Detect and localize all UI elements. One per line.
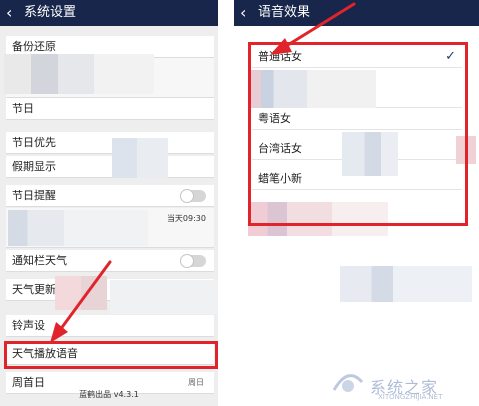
title-bar: ‹ 系统设置 bbox=[0, 0, 218, 26]
watermark-logo-icon bbox=[332, 374, 364, 392]
chevron-left-icon[interactable]: ‹ bbox=[6, 3, 20, 23]
settings-row-label: 备份还原 bbox=[12, 40, 56, 53]
notification-weather-toggle[interactable] bbox=[180, 254, 206, 268]
settings-row-label: 周首日 bbox=[12, 376, 45, 389]
blur-patch bbox=[4, 54, 154, 94]
settings-row-holiday[interactable]: 节日 bbox=[6, 98, 214, 120]
watermark-url: XITONGZHIJIA.NET bbox=[378, 393, 443, 401]
title-bar: ‹ 语音效果 bbox=[234, 0, 479, 26]
settings-row-holiday-reminder[interactable]: 节日提醒 bbox=[6, 185, 214, 207]
settings-row-label: 节日 bbox=[12, 102, 34, 115]
reminder-time-value: 当天09:30 bbox=[166, 214, 206, 223]
page-title: 语音效果 bbox=[258, 5, 311, 20]
settings-row-label: 节日提醒 bbox=[12, 189, 56, 202]
settings-row-label: 节日优先 bbox=[12, 136, 56, 149]
settings-row-label: 天气更新 bbox=[12, 283, 56, 296]
settings-row-notification-weather[interactable]: 通知栏天气 bbox=[6, 250, 214, 272]
highlight-voice-options bbox=[248, 42, 468, 226]
settings-row-label: 假期显示 bbox=[12, 160, 56, 173]
page-title: 系统设置 bbox=[24, 5, 77, 20]
toggle-knob bbox=[180, 254, 194, 268]
blur-patch bbox=[340, 266, 472, 302]
holiday-reminder-toggle[interactable] bbox=[180, 189, 206, 203]
blur-patch bbox=[112, 138, 168, 178]
settings-row-ringtone[interactable]: 铃声设 bbox=[6, 315, 214, 337]
settings-row-label: 铃声设 bbox=[12, 319, 45, 332]
toggle-knob bbox=[180, 189, 194, 203]
watermark: 系统之家 XITONGZHIJIA.NET bbox=[322, 368, 472, 401]
highlight-weather-voice bbox=[4, 341, 218, 369]
settings-row-label: 通知栏天气 bbox=[12, 254, 67, 267]
blur-patch bbox=[110, 280, 218, 314]
blur-patch bbox=[8, 210, 148, 246]
chevron-left-icon[interactable]: ‹ bbox=[240, 3, 254, 23]
settings-row-holiday-priority[interactable]: 节日优先 bbox=[6, 132, 214, 154]
blur-patch bbox=[55, 276, 107, 310]
version-footer: 蓝鹤出品 v4.3.1 bbox=[79, 390, 139, 399]
settings-row-vacation-display[interactable]: 假期显示 bbox=[6, 156, 214, 178]
